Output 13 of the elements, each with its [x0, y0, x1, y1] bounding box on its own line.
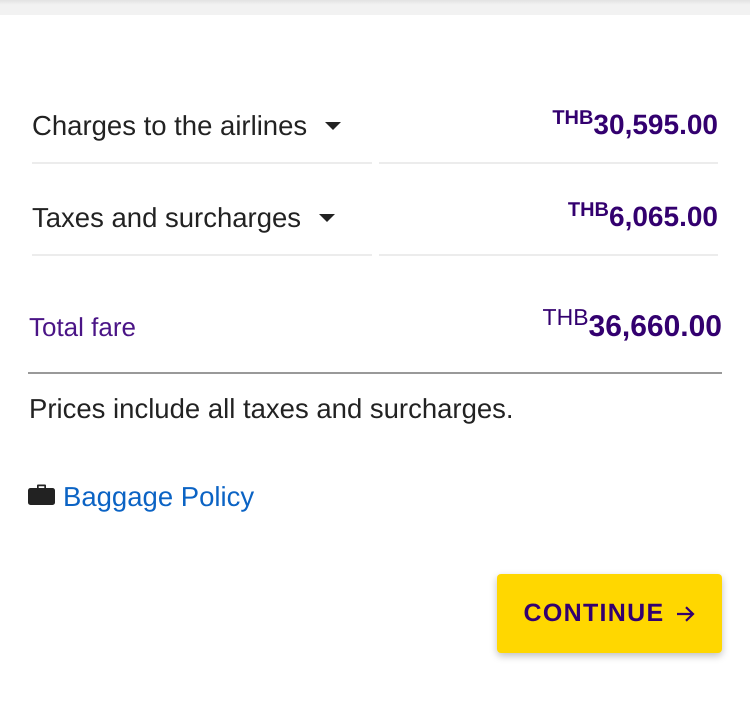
total-price-amount: $^{THB}$36,660.00: [542, 310, 722, 344]
baggage-policy-link[interactable]: Baggage Policy: [63, 481, 254, 513]
charge-toggle[interactable]: Charges to the airlines: [32, 110, 342, 142]
caret-icon: [325, 122, 342, 130]
total-fare-label: Total fare: [29, 312, 136, 342]
caret-icon: [319, 214, 336, 222]
price-amount: $^{THB}$30,595.00: [552, 109, 718, 141]
arrow-right-icon: [676, 606, 696, 622]
prices-note: Prices include all taxes and surcharges.: [29, 394, 515, 424]
price-amount: $^{THB}$6,065.00: [568, 201, 718, 233]
continue-button[interactable]: CONTINUE: [497, 574, 722, 653]
briefcase-icon: [28, 484, 55, 504]
charge-toggle[interactable]: Taxes and surcharges: [32, 202, 336, 234]
